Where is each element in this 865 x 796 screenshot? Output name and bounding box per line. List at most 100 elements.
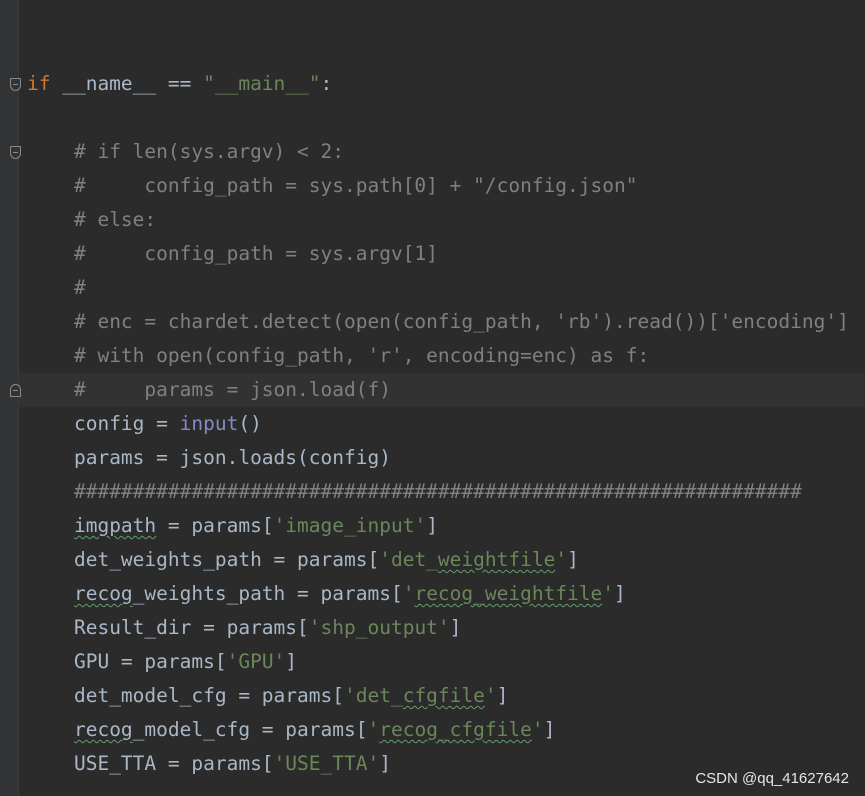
code-token: "__main__" [203, 72, 321, 95]
code-line[interactable]: Result_dir = params['shp_output'] [0, 611, 865, 645]
code-text: recog_weights_path = params['recog_weigh… [27, 577, 626, 611]
code-token: 'image_input' [273, 514, 427, 537]
code-token: # config_path = sys.path[0] + "/config.j… [73, 174, 638, 197]
code-token: ' [367, 718, 380, 741]
code-line[interactable]: # with open(config_path, 'r', encoding=e… [0, 339, 865, 373]
code-token: ] [543, 718, 556, 741]
code-token: # [73, 276, 86, 299]
code-text: config = input() [27, 407, 262, 441]
code-text: # if len(sys.argv) < 2: [27, 135, 344, 169]
code-text: GPU = params['GPU'] [27, 645, 297, 679]
code-text: # [27, 271, 86, 305]
code-line[interactable]: # else: [0, 203, 865, 237]
code-token: 'GPU' [226, 650, 286, 673]
code-token: Result_dir = params[ [73, 616, 309, 639]
code-line[interactable]: # config_path = sys.argv[1] [0, 237, 865, 271]
code-token: recog_weightfile [414, 582, 603, 605]
code-token: # with open(config_path, 'r', encoding=e… [73, 344, 650, 367]
code-token: ' [555, 548, 568, 571]
code-text: # else: [27, 203, 156, 237]
code-token: USE_TTA = params[ [73, 752, 274, 775]
code-token: ] [285, 650, 298, 673]
code-token: # else: [73, 208, 157, 231]
code-text: # config_path = sys.argv[1] [27, 237, 438, 271]
code-line[interactable]: if __name__ == "__main__": [0, 67, 865, 101]
code-token: ] [426, 514, 438, 537]
code-token: 'det_ [379, 548, 438, 571]
code-token: cfgfile [402, 684, 485, 707]
code-line[interactable]: ########################################… [0, 475, 865, 509]
code-line[interactable]: # config_path = sys.path[0] + "/config.j… [0, 169, 865, 203]
code-token: imgpath [73, 514, 157, 537]
code-text: USE_TTA = params['USE_TTA'] [27, 747, 391, 781]
fold-open-icon[interactable] [10, 78, 21, 91]
code-text: recog_model_cfg = params['recog_cfgfile'… [27, 713, 555, 747]
code-line[interactable]: # params = json.load(f) [0, 373, 865, 407]
code-token: ] [379, 752, 391, 775]
code-token: ' [531, 718, 544, 741]
fold-close-icon[interactable] [10, 384, 21, 397]
code-token: # enc = chardet.detect(open(config_path,… [73, 310, 849, 333]
code-token: GPU = params[ [73, 650, 227, 673]
code-token: 'det_ [344, 684, 403, 707]
code-token: weightfile [437, 548, 556, 571]
code-text: det_model_cfg = params['det_cfgfile'] [27, 679, 508, 713]
code-token: : [320, 72, 333, 95]
code-token: ] [614, 582, 626, 605]
code-token: ] [449, 616, 462, 639]
watermark: CSDN @qq_41627642 [695, 770, 849, 787]
code-token: 'shp_output' [308, 616, 450, 639]
code-line[interactable]: # [0, 271, 865, 305]
code-line[interactable]: config = input() [0, 407, 865, 441]
code-token: _model_cfg = params[ [132, 718, 368, 741]
code-line[interactable] [0, 33, 865, 67]
code-token: ] [567, 548, 579, 571]
code-token: ' [484, 684, 497, 707]
code-token: ' [602, 582, 615, 605]
code-line[interactable]: # if len(sys.argv) < 2: [0, 135, 865, 169]
code-line[interactable]: # enc = chardet.detect(open(config_path,… [0, 305, 865, 339]
code-token: = params[ [156, 514, 274, 537]
code-token: ########################################… [73, 480, 802, 503]
code-token: 'USE_TTA' [273, 752, 380, 775]
code-line[interactable]: recog_model_cfg = params['recog_cfgfile'… [0, 713, 865, 747]
code-text: imgpath = params['image_input'] [27, 509, 438, 543]
code-text: det_weights_path = params['det_weightfil… [27, 543, 579, 577]
code-line[interactable]: det_weights_path = params['det_weightfil… [0, 543, 865, 577]
code-line[interactable]: det_model_cfg = params['det_cfgfile'] [0, 679, 865, 713]
editor-gutter [0, 0, 19, 796]
fold-open-icon[interactable] [10, 146, 21, 159]
code-token: ' [402, 582, 415, 605]
code-text: Result_dir = params['shp_output'] [27, 611, 461, 645]
code-line[interactable] [0, 101, 865, 135]
code-token: params = json.loads(config) [73, 446, 391, 469]
code-line[interactable]: recog_weights_path = params['recog_weigh… [0, 577, 865, 611]
code-token: input [179, 412, 239, 435]
code-text: ########################################… [27, 475, 802, 509]
code-text: # with open(config_path, 'r', encoding=e… [27, 339, 649, 373]
code-token: () [238, 412, 262, 435]
code-text: params = json.loads(config) [27, 441, 391, 475]
code-line[interactable]: GPU = params['GPU'] [0, 645, 865, 679]
code-token: recog [73, 582, 133, 605]
code-editor[interactable]: if __name__ == "__main__": # if len(sys.… [0, 0, 865, 796]
code-token: config = [73, 412, 180, 435]
code-line[interactable]: imgpath = params['image_input'] [0, 509, 865, 543]
code-line[interactable]: params = json.loads(config) [0, 441, 865, 475]
code-token: # params = json.load(f) [73, 378, 391, 401]
code-token: # if len(sys.argv) < 2: [73, 140, 344, 163]
code-token: __name__ == [50, 72, 204, 95]
code-token: det_weights_path = params[ [73, 548, 380, 571]
